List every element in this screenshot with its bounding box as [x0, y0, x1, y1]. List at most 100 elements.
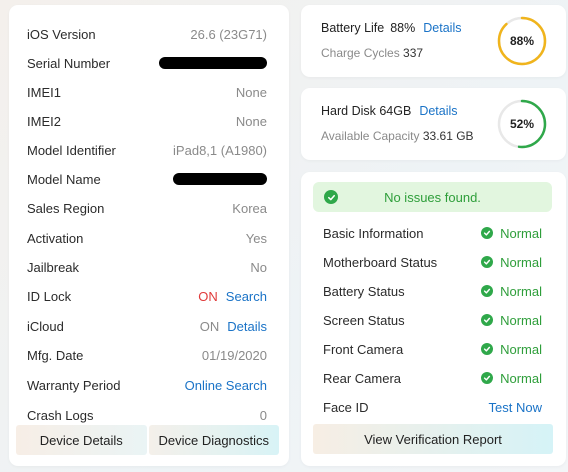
diag-label: Battery Status — [323, 283, 405, 299]
left-button-bar: Device Details Device Diagnostics — [16, 425, 279, 455]
info-label: Activation — [27, 230, 84, 246]
check-circle-icon — [481, 227, 494, 239]
info-label: Serial Number — [27, 55, 111, 71]
diag-status-text: Normal — [500, 254, 542, 270]
device-diagnostics-button[interactable]: Device Diagnostics — [148, 425, 279, 455]
disk-details-link[interactable]: Details — [419, 104, 457, 118]
redacted-value — [173, 173, 267, 185]
redacted-value — [159, 57, 267, 69]
info-value: None — [235, 113, 267, 129]
diag-row-rear-camera: Rear Camera Normal — [323, 367, 542, 389]
info-row-jailbreak: Jailbreak No — [27, 256, 267, 278]
info-row-serial-number: Serial Number — [27, 52, 267, 74]
info-row-imei2: IMEI2 None — [27, 110, 267, 132]
diag-label: Rear Camera — [323, 370, 402, 386]
info-value: 26.6 (23G71) — [190, 26, 267, 42]
check-circle-icon — [481, 285, 494, 297]
charge-cycles-line: Charge Cycles 337 — [321, 46, 423, 60]
info-row-mfg-date: Mfg. Date 01/19/2020 — [27, 344, 267, 366]
info-row-id-lock: ID Lock ON Search — [27, 285, 267, 307]
view-verification-report-button[interactable]: View Verification Report — [313, 424, 553, 454]
battery-gauge-text: 88% — [509, 34, 535, 48]
diagnostics-panel: No issues found. Basic Information Norma… — [301, 172, 566, 466]
no-issues-banner: No issues found. — [313, 182, 552, 212]
diag-row-battery-status: Battery Status Normal — [323, 280, 542, 302]
info-value: Korea — [232, 200, 267, 216]
info-label: Mfg. Date — [27, 347, 84, 363]
diag-status-text: Normal — [500, 370, 542, 386]
info-label: Model Identifier — [27, 142, 116, 158]
info-row-model-identifier: Model Identifier iPad8,1 (A1980) — [27, 139, 267, 161]
info-value: iPad8,1 (A1980) — [173, 142, 267, 158]
diag-row-front-camera: Front Camera Normal — [323, 338, 542, 360]
battery-value: 88% — [390, 21, 416, 35]
check-circle-icon — [481, 372, 494, 384]
icloud-details-link[interactable]: Details — [227, 319, 267, 334]
diag-label: Face ID — [323, 399, 369, 415]
diag-row-face-id: Face ID Test Now — [323, 396, 542, 418]
device-info-panel: iOS Version 26.6 (23G71) Serial Number I… — [9, 5, 289, 466]
check-circle-icon — [481, 314, 494, 326]
info-label: Warranty Period — [27, 377, 121, 393]
diag-status: Normal — [481, 255, 542, 270]
info-label: iOS Version — [27, 26, 96, 42]
info-label: Jailbreak — [27, 259, 80, 275]
available-capacity-line: Available Capacity 33.61 GB — [321, 129, 474, 143]
info-value-group: ON Search — [198, 289, 267, 304]
info-value: 01/19/2020 — [201, 347, 267, 363]
info-label: iCloud — [27, 318, 64, 334]
diag-status: Normal — [481, 313, 542, 328]
info-label: IMEI1 — [27, 84, 61, 100]
diag-status: Normal — [481, 226, 542, 241]
available-capacity-value: 33.61 GB — [422, 129, 474, 143]
info-row-sales-region: Sales Region Korea — [27, 197, 267, 219]
info-row-ios-version: iOS Version 26.6 (23G71) — [27, 23, 267, 45]
info-label: Model Name — [27, 171, 101, 187]
diag-status-text: Normal — [500, 225, 542, 241]
info-value-group: ON Details — [200, 319, 267, 334]
diag-status: Normal — [481, 342, 542, 357]
info-value: No — [250, 259, 267, 275]
diag-label: Front Camera — [323, 341, 404, 357]
battery-label: Battery Life — [321, 21, 385, 35]
info-label: Sales Region — [27, 200, 105, 216]
disk-card: Hard Disk 64GB Details Available Capacit… — [301, 88, 566, 160]
disk-gauge-text: 52% — [509, 117, 535, 131]
info-row-activation: Activation Yes — [27, 227, 267, 249]
id-lock-status: ON — [198, 288, 218, 304]
warranty-online-search-link[interactable]: Online Search — [185, 378, 267, 393]
disk-label: Hard Disk 64GB — [321, 104, 412, 118]
diag-status: Normal — [481, 371, 542, 386]
device-details-button[interactable]: Device Details — [16, 425, 147, 455]
diag-row-screen-status: Screen Status Normal — [323, 309, 542, 331]
diag-status-text: Normal — [500, 341, 542, 357]
check-circle-icon — [324, 190, 338, 204]
info-value: None — [235, 84, 267, 100]
id-lock-search-link[interactable]: Search — [226, 289, 267, 304]
battery-card: Battery Life 88% Details Charge Cycles 3… — [301, 5, 566, 77]
diag-status-text: Normal — [500, 283, 542, 299]
info-value: 0 — [259, 407, 267, 423]
check-circle-icon — [481, 256, 494, 268]
diag-row-basic-information: Basic Information Normal — [323, 222, 542, 244]
check-circle-icon — [481, 343, 494, 355]
face-id-test-now-link[interactable]: Test Now — [489, 400, 542, 415]
diag-label: Basic Information — [323, 225, 424, 241]
charge-cycles-value: 337 — [403, 46, 424, 60]
charge-cycles-label: Charge Cycles — [321, 46, 400, 60]
info-row-imei1: IMEI1 None — [27, 81, 267, 103]
no-issues-text: No issues found. — [384, 189, 481, 205]
info-row-crash-logs: Crash Logs 0 — [27, 404, 267, 426]
diag-status-text: Normal — [500, 312, 542, 328]
diag-status: Normal — [481, 284, 542, 299]
info-row-model-name: Model Name — [27, 168, 267, 190]
info-row-warranty-period: Warranty Period Online Search — [27, 374, 267, 396]
info-row-icloud: iCloud ON Details — [27, 315, 267, 337]
info-label: Crash Logs — [27, 407, 94, 423]
info-label: IMEI2 — [27, 113, 61, 129]
disk-line: Hard Disk 64GB Details — [321, 104, 458, 118]
battery-details-link[interactable]: Details — [423, 21, 461, 35]
available-capacity-label: Available Capacity — [321, 129, 420, 143]
battery-line: Battery Life 88% Details — [321, 21, 461, 35]
info-value: Yes — [245, 230, 267, 246]
